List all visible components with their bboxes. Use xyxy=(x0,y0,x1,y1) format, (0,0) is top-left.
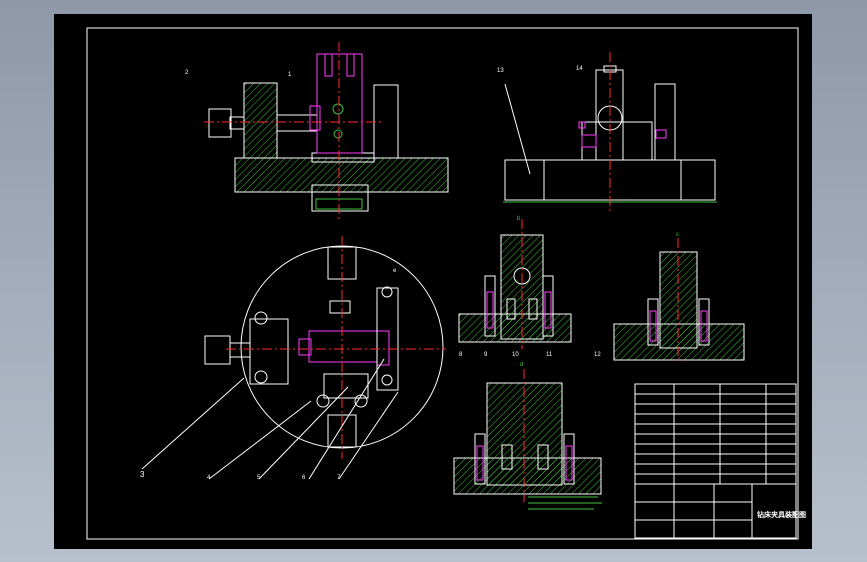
section-label-b: b xyxy=(517,216,521,222)
drawing-sheet[interactable]: 钻床夹具装配图 2 1 13 14 3 4 5 6 7 8 9 10 11 12… xyxy=(54,14,812,549)
balloon-13: 13 xyxy=(497,68,504,74)
balloon-12: 12 xyxy=(594,352,601,358)
cad-viewport[interactable]: 钻床夹具装配图 2 1 13 14 3 4 5 6 7 8 9 10 11 12… xyxy=(0,0,867,562)
balloon-8: 8 xyxy=(459,352,463,358)
balloon-2: 2 xyxy=(185,70,189,76)
drawing-annotations: 钻床夹具装配图 2 1 13 14 3 4 5 6 7 8 9 10 11 12… xyxy=(54,14,812,549)
section-label-c: c xyxy=(676,232,679,238)
balloon-9: 9 xyxy=(484,352,488,358)
balloon-5: 5 xyxy=(257,475,261,481)
title-block-title: 钻床夹具装配图 xyxy=(757,511,806,519)
section-label-e: e xyxy=(393,268,397,274)
balloon-11: 11 xyxy=(546,352,553,358)
balloon-4: 4 xyxy=(207,475,211,481)
balloon-3: 3 xyxy=(140,470,145,479)
balloon-6: 6 xyxy=(302,475,306,481)
balloon-7: 7 xyxy=(337,475,341,481)
section-label-d: d xyxy=(520,362,524,368)
balloon-1: 1 xyxy=(288,72,292,78)
balloon-14: 14 xyxy=(576,66,583,72)
balloon-10: 10 xyxy=(512,352,519,358)
